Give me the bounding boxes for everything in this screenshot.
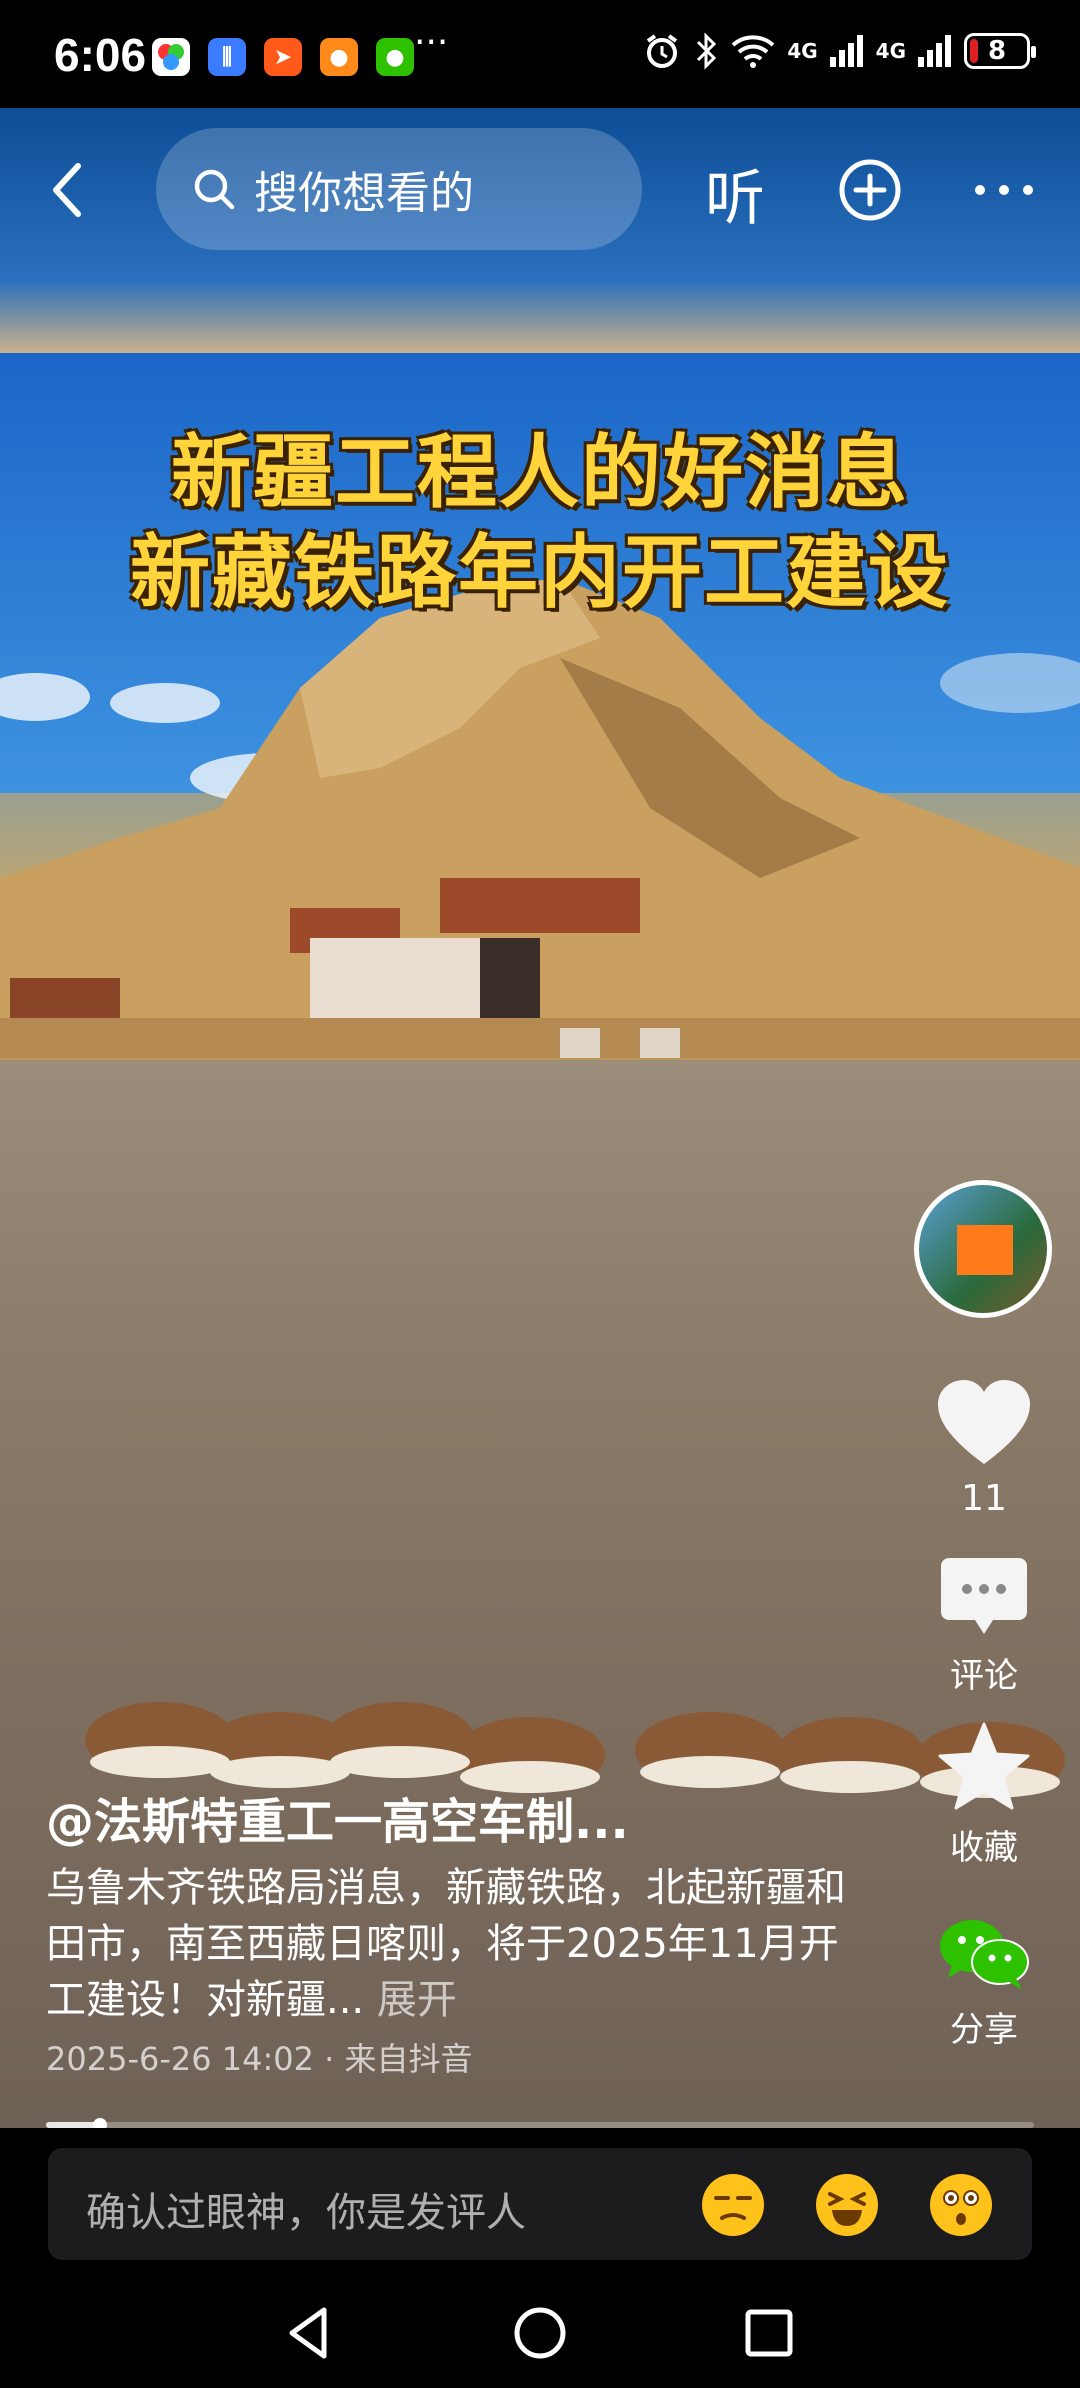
signal-1-label: 4G — [787, 39, 818, 63]
back-icon[interactable] — [44, 160, 92, 220]
system-nav-bar — [0, 2278, 1080, 2388]
favorite-label: 收藏 — [950, 1828, 1018, 1868]
share-button[interactable]: 分享 — [900, 1918, 1068, 2051]
emoji-laughing-icon[interactable] — [816, 2174, 878, 2236]
author-name[interactable]: @法斯特重工一高空车制... — [46, 1782, 629, 1852]
emoji-unamused-icon[interactable] — [702, 2174, 764, 2236]
comment-input[interactable]: 确认过眼神，你是发评人 — [48, 2148, 1032, 2260]
status-indicators: 4G 4G 8 — [643, 32, 1036, 70]
plus-icon[interactable] — [838, 158, 902, 222]
app-icon-taobao: ● — [320, 38, 358, 76]
status-bar: 6:06 ⫼ ➤ ● ● ··· 4G 4G 8 — [0, 0, 1080, 108]
like-button[interactable]: 11 — [900, 1378, 1068, 1519]
post-date: 2025-6-26 14:02 — [46, 2040, 314, 2078]
avatar-lift-image — [957, 1225, 1013, 1275]
app-icon-orange: ➤ — [264, 38, 302, 76]
app-icon-blue: ⫼ — [208, 38, 246, 76]
signal-2-icon — [918, 35, 951, 67]
like-count: 11 — [961, 1478, 1007, 1519]
wechat-status-icon: ● — [376, 38, 414, 76]
listen-button[interactable]: 听 — [705, 150, 765, 237]
emoji-surprised-icon[interactable] — [930, 2174, 992, 2236]
square-recents-icon[interactable] — [734, 2298, 804, 2368]
comment-placeholder: 确认过眼神，你是发评人 — [86, 2190, 526, 2236]
triangle-back-icon[interactable] — [274, 2298, 344, 2368]
signal-1-icon — [829, 35, 863, 67]
battery-indicator: 8 — [964, 33, 1036, 69]
search-icon — [194, 169, 235, 210]
favorite-button[interactable]: 收藏 — [900, 1722, 1068, 1869]
status-time: 6:06 — [54, 29, 147, 81]
wifi-icon — [731, 35, 775, 68]
video-description: 乌鲁木齐铁路局消息，新藏铁路，北起新疆和田市，南至西藏日喀则，将于2025年11… — [46, 1860, 846, 2028]
more-icon[interactable] — [972, 172, 1036, 208]
mountain-ruins-image — [0, 578, 1080, 1058]
wechat-icon — [940, 1920, 1029, 1990]
search-input[interactable]: 搜你想看的 — [156, 128, 642, 250]
notification-icons: ⫼ ➤ ● ● — [152, 38, 414, 76]
more-notifications: ··· — [414, 22, 449, 63]
bluetooth-icon — [697, 32, 717, 70]
share-label: 分享 — [950, 2010, 1018, 2050]
author-avatar[interactable] — [914, 1180, 1052, 1318]
search-placeholder: 搜你想看的 — [254, 168, 474, 219]
expand-button[interactable]: 展开 — [377, 1977, 457, 2023]
battery-percent: 8 — [987, 36, 1007, 66]
signal-2-label: 4G — [875, 39, 906, 63]
banner-line-1: 新疆工程人的好消息 — [171, 426, 909, 519]
heart-icon — [938, 1380, 1030, 1464]
comment-button[interactable]: 评论 — [900, 1556, 1068, 1697]
star-icon — [938, 1722, 1030, 1810]
app-icon-colorful — [152, 38, 190, 76]
banner-line-2: 新藏铁路年内开工建设 — [130, 526, 950, 619]
video-meta: 2025-6-26 14:02 · 来自抖音 — [46, 2040, 473, 2078]
alarm-icon — [647, 34, 678, 68]
comment-label: 评论 — [950, 1656, 1018, 1696]
battery-level — [970, 39, 978, 63]
comment-icon — [941, 1558, 1027, 1634]
post-source: 来自抖音 — [344, 2040, 473, 2078]
circle-home-icon[interactable] — [505, 2298, 575, 2368]
